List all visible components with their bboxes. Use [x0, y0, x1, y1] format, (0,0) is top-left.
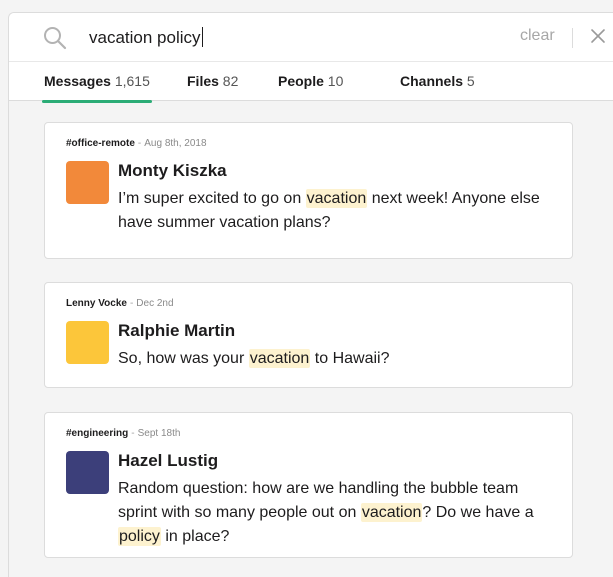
message-text: So, how was your vacation to Hawaii? [118, 347, 558, 371]
tab-label: Messages [44, 73, 111, 89]
result-context[interactable]: #engineering [66, 428, 128, 439]
author-name[interactable]: Ralphie Martin [118, 321, 235, 341]
divider [572, 28, 573, 48]
message-segment: ? Do we have a [422, 504, 534, 521]
search-input[interactable]: vacation policy [89, 25, 509, 51]
message-text: I’m super excited to go on vacation next… [118, 187, 558, 235]
message-segment: So, how was your [118, 350, 249, 367]
search-result-card[interactable]: Lenny Vocke - Dec 2nd Ralphie Martin So, h… [44, 282, 573, 388]
message-segment: in place? [160, 528, 230, 545]
avatar[interactable] [66, 451, 109, 494]
search-icon [44, 27, 67, 50]
search-highlight: vacation [248, 349, 311, 368]
tab-count: 5 [466, 73, 475, 89]
message-segment: to Hawaii? [310, 350, 390, 367]
tab-channels[interactable]: Channels 5 [400, 62, 475, 101]
result-meta: #engineering - Sept 18th [66, 428, 181, 439]
tab-count: 10 [327, 73, 344, 89]
tab-label: People [278, 73, 324, 89]
search-result-card[interactable]: #office-remote - Aug 8th, 2018 Monty Kiszk… [44, 122, 573, 259]
author-name[interactable]: Monty Kiszka [118, 161, 227, 181]
close-icon[interactable] [590, 28, 606, 44]
clear-button[interactable]: clear [520, 27, 555, 45]
tab-messages[interactable]: Messages 1,615 [42, 62, 152, 103]
tab-count: 82 [222, 73, 239, 89]
result-meta: Lenny Vocke - Dec 2nd [66, 298, 174, 309]
author-name[interactable]: Hazel Lustig [118, 451, 218, 471]
result-context[interactable]: #office-remote [66, 138, 135, 149]
search-bar: vacation policy clear [9, 13, 613, 61]
text-caret [201, 27, 203, 47]
result-context[interactable]: Lenny Vocke [66, 298, 127, 309]
avatar[interactable] [66, 321, 109, 364]
result-date[interactable]: Sept 18th [138, 428, 181, 439]
search-result-card[interactable]: #engineering - Sept 18th Hazel Lustig Rand… [44, 412, 573, 558]
result-tabs: Messages 1,615 Files 82 People 10 Channe… [9, 61, 613, 103]
search-highlight: vacation [360, 503, 423, 522]
tab-files[interactable]: Files 82 [187, 62, 238, 101]
message-segment: I’m super excited to go on [118, 190, 306, 207]
tab-count: 1,615 [114, 73, 150, 89]
search-query: vacation policy [89, 28, 201, 47]
result-date[interactable]: Dec 2nd [136, 298, 173, 309]
message-text: Random question: how are we handling the… [118, 477, 558, 549]
avatar[interactable] [66, 161, 109, 204]
tab-label: Channels [400, 73, 464, 89]
search-highlight: policy [118, 527, 161, 546]
tab-people[interactable]: People 10 [278, 62, 343, 101]
search-highlight: vacation [305, 189, 368, 208]
result-date[interactable]: Aug 8th, 2018 [144, 138, 206, 149]
result-meta: #office-remote - Aug 8th, 2018 [66, 138, 207, 149]
tab-label: Files [187, 73, 219, 89]
search-panel: vacation policy clear Messages 1,615 Fil… [8, 12, 613, 577]
